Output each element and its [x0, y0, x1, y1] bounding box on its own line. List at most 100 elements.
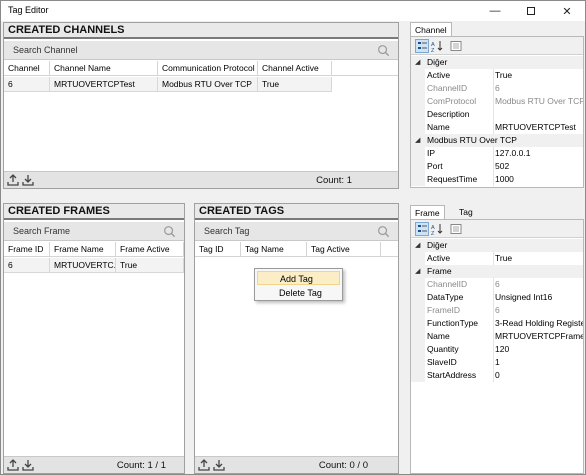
collapse-arrow-icon[interactable]: ◢ — [415, 58, 420, 66]
property-name: ChannelID — [427, 83, 468, 93]
property-divider — [493, 304, 494, 317]
search-icon[interactable] — [377, 44, 390, 57]
column-header-tag-name[interactable]: Tag Name — [241, 242, 307, 257]
column-header-frame-name[interactable]: Frame Name — [50, 242, 116, 257]
tab-channel-info[interactable]: Channel Info — [410, 22, 452, 49]
column-header-channel-name[interactable]: Channel Name — [50, 61, 158, 76]
property-row[interactable]: IP 127.0.0.1 — [411, 147, 583, 160]
property-row[interactable]: Quantity 120 — [411, 343, 583, 356]
column-header-frame-id[interactable]: Frame ID — [4, 242, 50, 257]
property-value[interactable]: 1 — [495, 356, 583, 369]
categorized-icon[interactable] — [415, 222, 429, 236]
add-tag-menu-item[interactable]: Add Tag — [257, 271, 340, 285]
property-value[interactable]: 6 — [495, 304, 583, 317]
frame-search-bar[interactable]: Search Frame — [4, 222, 184, 241]
column-header-channel-active[interactable]: Channel Active — [258, 61, 332, 76]
column-header-tag-id[interactable]: Tag ID — [195, 242, 241, 257]
property-divider — [493, 369, 494, 382]
property-value[interactable]: Modbus RTU Over TCP — [495, 95, 583, 108]
alphabetical-icon[interactable]: AZ — [431, 40, 443, 52]
property-value[interactable]: 120 — [495, 343, 583, 356]
collapse-arrow-icon[interactable]: ◢ — [415, 241, 420, 249]
property-value[interactable]: 3-Read Holding Registe — [495, 317, 583, 330]
property-row[interactable]: Name MRTUOVERTCPFrameTe — [411, 330, 583, 343]
property-row[interactable]: Active True — [411, 69, 583, 82]
upload-icon[interactable] — [7, 174, 19, 186]
tag-search-input[interactable]: Search Tag — [204, 226, 249, 236]
maximize-button[interactable] — [513, 1, 549, 21]
collapse-arrow-icon[interactable]: ◢ — [415, 267, 420, 275]
frames-panel: CREATED FRAMES Search Frame Frame ID Fra… — [3, 203, 185, 474]
frames-grid-header: Frame ID Frame Name Frame Active — [4, 242, 184, 257]
title-bar: Tag Editor — ✕ — [1, 1, 585, 21]
column-header-communication-protocol[interactable]: Communication Protocol — [158, 61, 258, 76]
close-button[interactable]: ✕ — [549, 1, 585, 21]
column-header-tag-active[interactable]: Tag Active — [307, 242, 381, 257]
property-row[interactable]: FrameID 6 — [411, 304, 583, 317]
frame-search-input[interactable]: Search Frame — [13, 226, 70, 236]
collapse-arrow-icon[interactable]: ◢ — [415, 136, 420, 144]
property-value[interactable]: 6 — [495, 278, 583, 291]
property-value[interactable]: 502 — [495, 160, 583, 173]
property-category[interactable]: ◢ Diğer — [411, 56, 583, 69]
upload-icon[interactable] — [198, 459, 210, 471]
channel-id-cell: 6 — [4, 77, 50, 91]
minimize-button[interactable]: — — [477, 1, 513, 21]
delete-tag-menu-item[interactable]: Delete Tag — [257, 286, 340, 300]
property-value[interactable]: True — [495, 252, 583, 265]
property-value[interactable]: True — [495, 69, 583, 82]
search-icon[interactable] — [377, 225, 390, 238]
tag-search-bar[interactable]: Search Tag — [195, 222, 398, 241]
property-value[interactable] — [495, 108, 583, 121]
tags-panel: CREATED TAGS Search Tag Tag ID Tag Name … — [194, 203, 399, 474]
property-name: Diğer — [427, 240, 448, 250]
property-value[interactable]: Unsigned Int16 — [495, 291, 583, 304]
table-row[interactable]: 6 MRTUOVERTCPTest Modbus RTU Over TCP Tr… — [4, 77, 332, 92]
property-pages-icon[interactable] — [450, 40, 462, 52]
property-divider — [493, 278, 494, 291]
tab-frame-info[interactable]: Frame Info — [410, 205, 445, 232]
download-icon[interactable] — [22, 174, 34, 186]
property-divider — [493, 356, 494, 369]
categorized-icon[interactable] — [415, 39, 429, 53]
property-category[interactable]: ◢ Modbus RTU Over TCP — [411, 134, 583, 147]
property-row[interactable]: RequestTime 1000 — [411, 173, 583, 186]
channel-search-input[interactable]: Search Channel — [13, 45, 78, 55]
property-name: Port — [427, 161, 443, 171]
property-row[interactable]: ChannelID 6 — [411, 82, 583, 95]
property-row[interactable]: Port 502 — [411, 160, 583, 173]
channel-search-bar[interactable]: Search Channel — [4, 41, 398, 60]
property-gutter — [411, 356, 425, 369]
property-row[interactable]: SlaveID 1 — [411, 356, 583, 369]
property-value[interactable]: 127.0.0.1 — [495, 147, 583, 160]
channels-header: CREATED CHANNELS — [4, 23, 398, 39]
property-row[interactable]: DataType Unsigned Int16 — [411, 291, 583, 304]
column-header-frame-active[interactable]: Frame Active — [116, 242, 184, 257]
property-row[interactable]: Active True — [411, 252, 583, 265]
property-pages-icon[interactable] — [450, 223, 462, 235]
frame-name-cell: MRTUOVERTC... — [50, 258, 116, 272]
table-row[interactable]: 6 MRTUOVERTC... True — [4, 258, 184, 273]
channel-active-cell: True — [258, 77, 332, 91]
property-row[interactable]: FunctionType 3-Read Holding Registe — [411, 317, 583, 330]
property-row[interactable]: Name MRTUOVERTCPTest — [411, 121, 583, 134]
property-value[interactable]: 1000 — [495, 173, 583, 186]
property-value[interactable]: MRTUOVERTCPFrameTe — [495, 330, 583, 343]
alphabetical-icon[interactable]: AZ — [431, 223, 443, 235]
property-value[interactable]: 0 — [495, 369, 583, 382]
property-value[interactable]: MRTUOVERTCPTest — [495, 121, 583, 134]
property-category[interactable]: ◢ Diğer — [411, 239, 583, 252]
property-row[interactable]: Description — [411, 108, 583, 121]
property-row[interactable]: StartAddress 0 — [411, 369, 583, 382]
download-icon[interactable] — [213, 459, 225, 471]
property-value[interactable]: 6 — [495, 82, 583, 95]
property-row[interactable]: ComProtocol Modbus RTU Over TCP — [411, 95, 583, 108]
tab-tag-info[interactable]: Tag Info — [455, 205, 477, 231]
upload-icon[interactable] — [7, 459, 19, 471]
property-category[interactable]: ◢ Frame — [411, 265, 583, 278]
column-header-channel-id[interactable]: Channel ID — [4, 61, 50, 87]
download-icon[interactable] — [22, 459, 34, 471]
search-icon[interactable] — [163, 225, 176, 238]
property-row[interactable]: ChannelID 6 — [411, 278, 583, 291]
frame-info-panel: Frame Info Tag Info AZ ◢DiğerActiveTrue◢… — [410, 205, 584, 474]
